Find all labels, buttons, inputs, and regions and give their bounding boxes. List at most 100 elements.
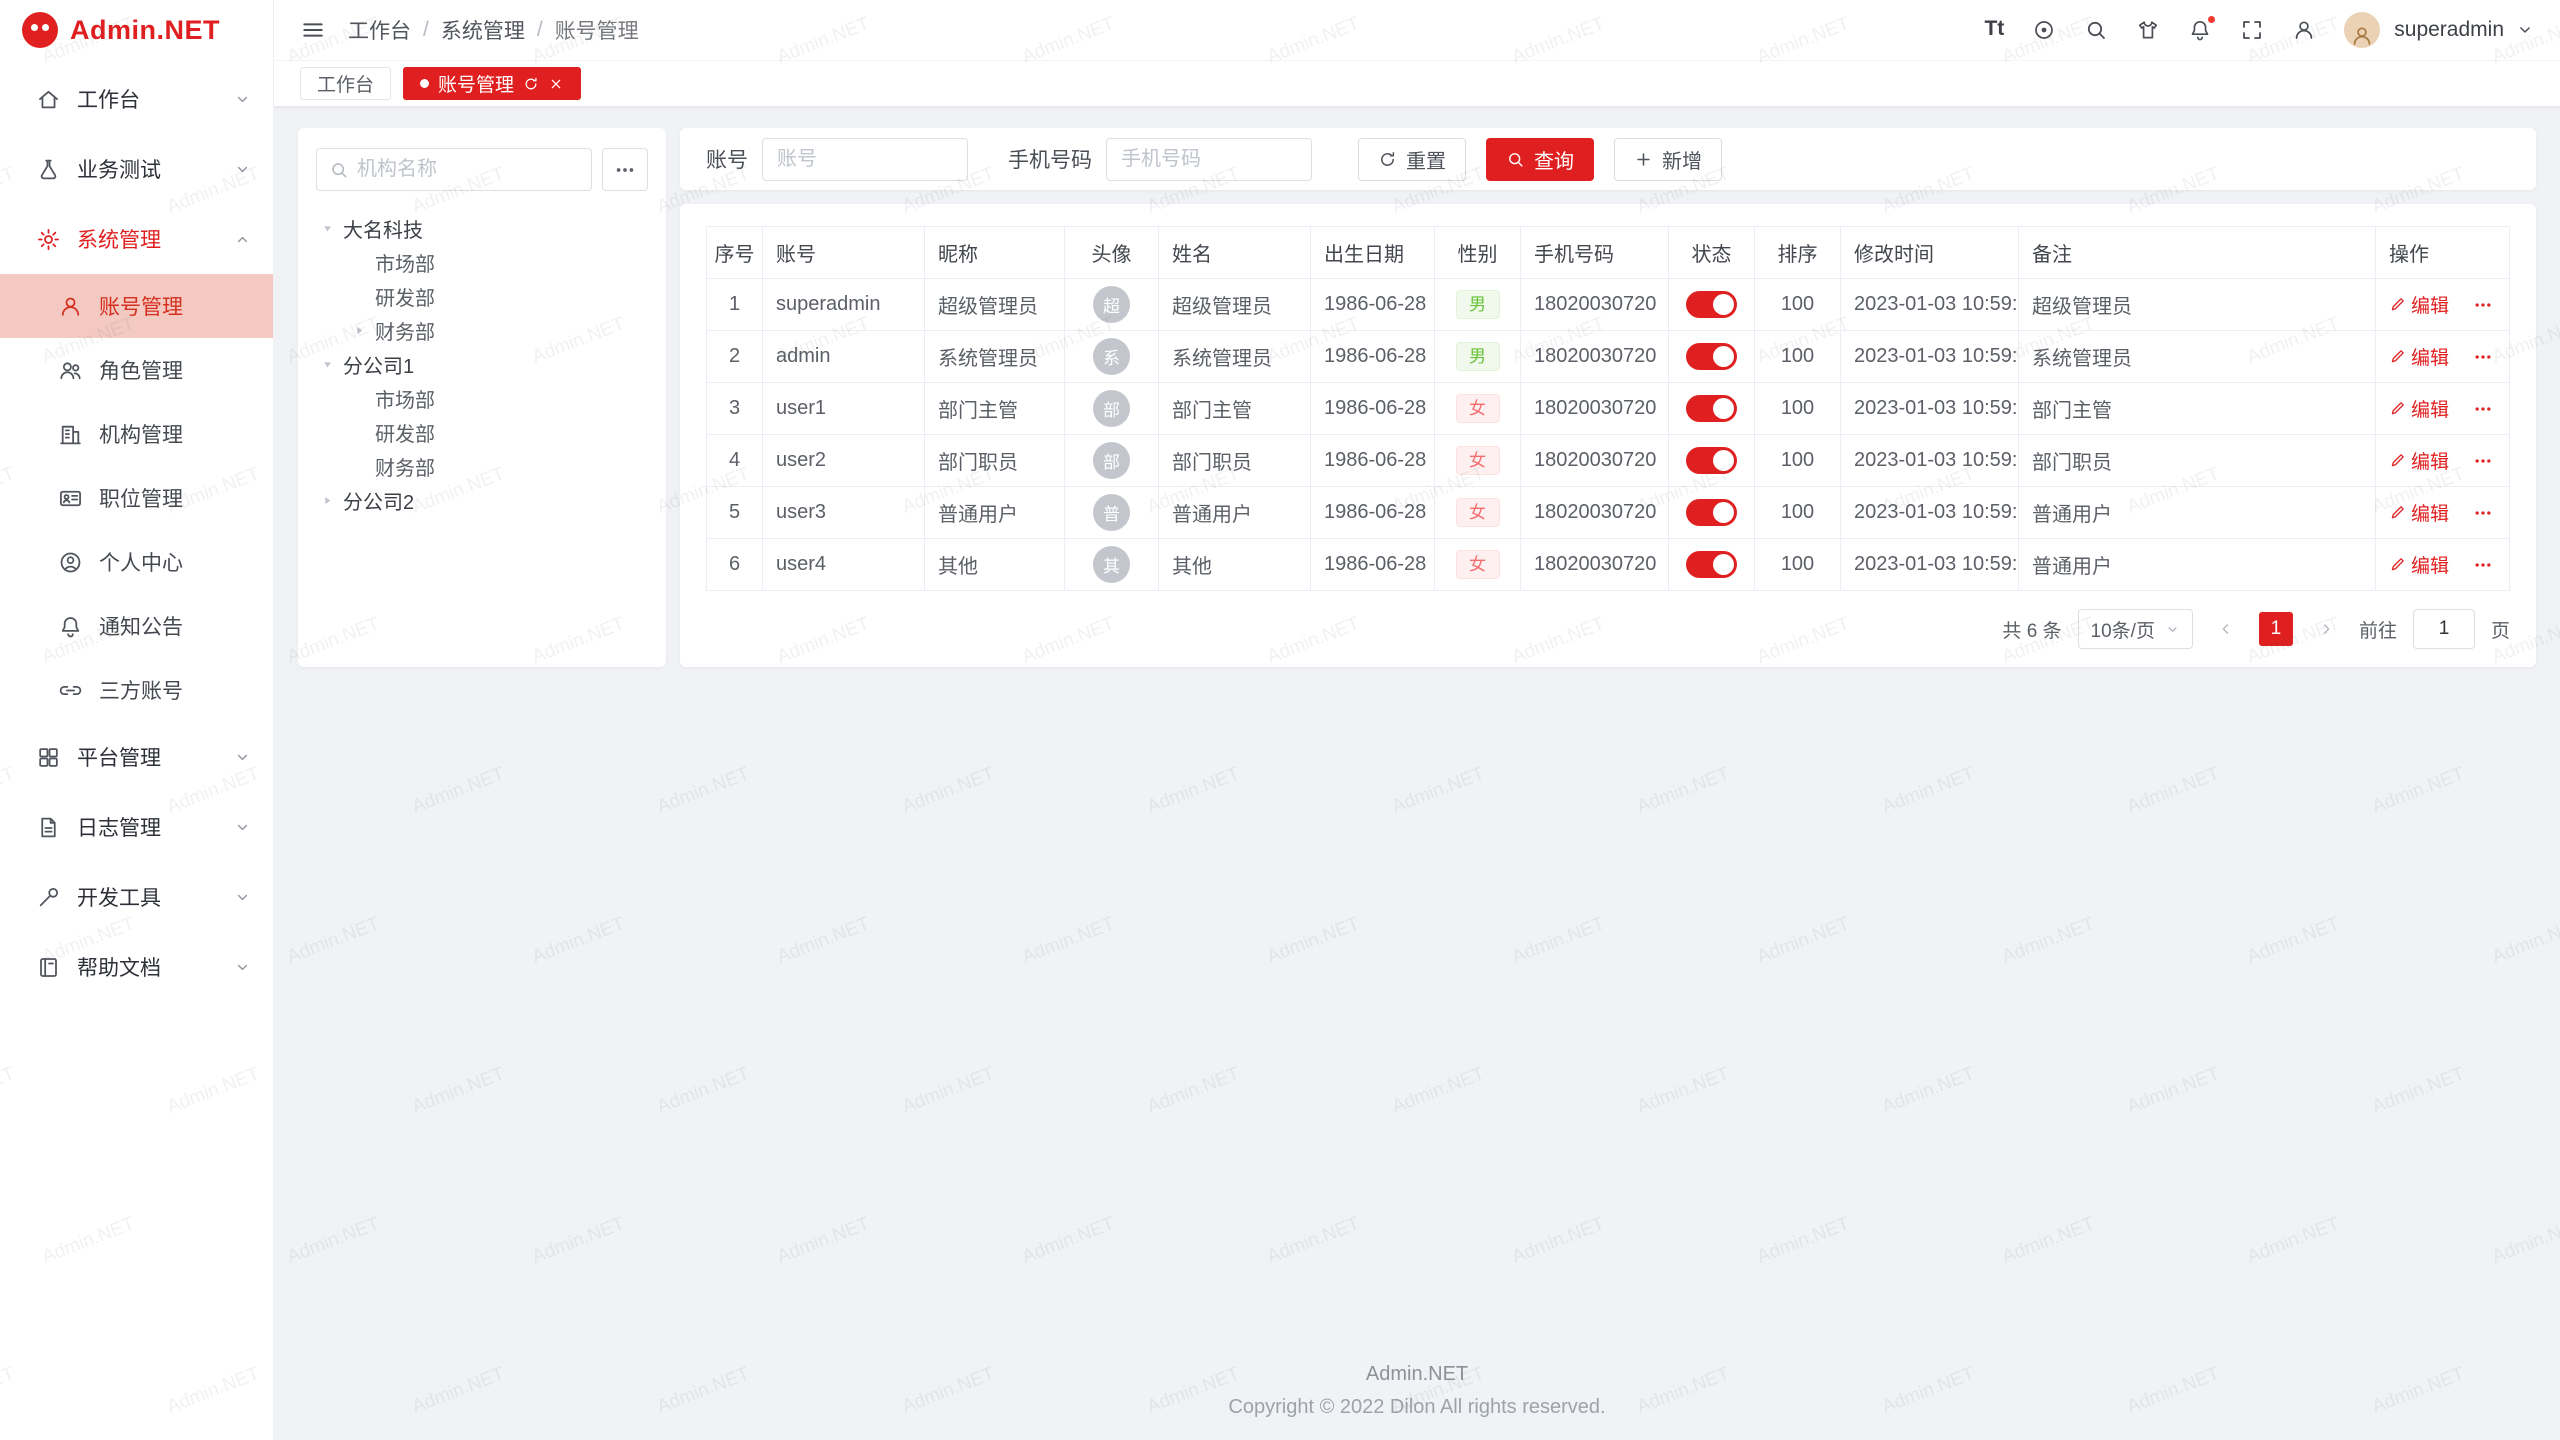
row-more-button[interactable] [2473,451,2493,471]
breadcrumb-separator: / [423,18,429,42]
notification-bell-icon[interactable] [2188,18,2212,42]
next-page-button[interactable] [2309,612,2343,646]
theme-icon[interactable] [2136,18,2160,42]
tree-node[interactable]: 大名科技 [316,211,648,245]
phone-input[interactable] [1106,138,1312,181]
search-button[interactable]: 查询 [1486,138,1594,181]
row-more-button[interactable] [2473,399,2493,419]
tab-refresh-icon[interactable] [523,76,539,92]
breadcrumb: 工作台 / 系统管理 / 账号管理 [348,15,639,45]
tree-node[interactable]: 研发部 [316,279,648,313]
caret-icon[interactable] [320,357,335,372]
tree-node[interactable]: 分公司1 [316,347,648,381]
row-more-button[interactable] [2473,347,2493,367]
cell-phone: 18020030720 [1521,331,1669,383]
sidebar-item[interactable]: 日志管理 [0,792,273,862]
sidebar-item[interactable]: 通知公告 [0,594,273,658]
edit-button[interactable]: 编辑 [2389,343,2449,370]
sidebar-item-label: 个人中心 [99,547,251,577]
sidebar-item[interactable]: 开发工具 [0,862,273,932]
page-size-value: 10条/页 [2091,616,2155,643]
cell-remark: 普通用户 [2019,539,2376,591]
username[interactable]: superadmin [2394,18,2504,42]
caret-icon[interactable] [352,323,367,338]
status-toggle[interactable] [1686,551,1737,578]
sidebar-item[interactable]: 个人中心 [0,530,273,594]
tab-close-icon[interactable] [548,76,564,92]
sidebar-item[interactable]: 工作台 [0,64,273,134]
tree-more-button[interactable] [602,148,648,191]
prev-page-button[interactable] [2209,612,2243,646]
edit-button[interactable]: 编辑 [2389,447,2449,474]
tab[interactable]: 账号管理 [403,67,581,100]
reset-button[interactable]: 重置 [1358,138,1466,181]
sidebar-item[interactable]: 职位管理 [0,466,273,530]
breadcrumb-item[interactable]: 工作台 [348,15,411,45]
sidebar-item[interactable]: 帮助文档 [0,932,273,1002]
row-avatar: 普 [1093,494,1130,531]
brand[interactable]: Admin.NET [0,0,273,60]
row-more-button[interactable] [2473,503,2493,523]
cell-nickname: 部门主管 [925,383,1065,435]
tree-node[interactable]: 市场部 [316,381,648,415]
sidebar-item-label: 业务测试 [77,154,224,184]
row-more-button[interactable] [2473,295,2493,315]
tab-label: 工作台 [317,70,374,97]
table-row: 2 admin 系统管理员 系 系统管理员 1986-06-28 男 18020… [707,331,2510,383]
user-menu-chevron-icon[interactable] [2516,21,2534,39]
tree-node[interactable]: 财务部 [316,313,648,347]
tree-node[interactable]: 市场部 [316,245,648,279]
add-button[interactable]: 新增 [1614,138,1722,181]
search-icon[interactable] [2084,18,2108,42]
org-tree-toolbar [316,148,648,191]
brand-logo-icon [22,12,58,48]
tab[interactable]: 工作台 [300,67,391,100]
profile-icon[interactable] [2292,18,2316,42]
notification-badge [2206,14,2217,25]
breadcrumb-item[interactable]: 系统管理 [441,15,525,45]
tree-node[interactable]: 财务部 [316,449,648,483]
row-more-button[interactable] [2473,555,2493,575]
caret-icon[interactable] [320,221,335,236]
status-toggle[interactable] [1686,395,1737,422]
sidebar-item[interactable]: 角色管理 [0,338,273,402]
caret-icon[interactable] [320,493,335,508]
gender-tag: 女 [1456,446,1500,475]
sidebar-item[interactable]: 系统管理 [0,204,273,274]
right-column: 账号 手机号码 重置 查询 新增 [680,128,2536,667]
status-toggle[interactable] [1686,447,1737,474]
sidebar-item[interactable]: 机构管理 [0,402,273,466]
sidebar-item[interactable]: 平台管理 [0,722,273,792]
font-size-icon[interactable]: Tt [1984,18,2004,42]
account-input[interactable] [762,138,968,181]
page-number-button[interactable]: 1 [2259,612,2293,646]
edit-button[interactable]: 编辑 [2389,499,2449,526]
component-size-icon[interactable] [2032,18,2056,42]
cell-phone: 18020030720 [1521,279,1669,331]
menu-item-icon [36,87,61,112]
status-toggle[interactable] [1686,291,1737,318]
edit-button[interactable]: 编辑 [2389,395,2449,422]
tree-node[interactable]: 研发部 [316,415,648,449]
goto-page-input[interactable] [2413,609,2475,649]
status-toggle[interactable] [1686,499,1737,526]
fullscreen-icon[interactable] [2240,18,2264,42]
cell-name: 超级管理员 [1159,279,1311,331]
status-toggle[interactable] [1686,343,1737,370]
row-avatar: 部 [1093,390,1130,427]
sidebar-item[interactable]: 账号管理 [0,274,273,338]
pagination: 共 6 条 10条/页 1 前往 页 [706,609,2510,649]
edit-button[interactable]: 编辑 [2389,291,2449,318]
tree-node[interactable]: 分公司2 [316,483,648,517]
sidebar-item[interactable]: 业务测试 [0,134,273,204]
breadcrumb-item-current: 账号管理 [555,15,639,45]
org-search-field[interactable] [316,148,592,191]
table-header-row: 序号 账号 昵称 头像 姓名 出生日期 性别 手机号码 状态 排序 修改时间 [707,227,2510,279]
org-search-input[interactable] [357,158,579,181]
sidebar-item[interactable]: 三方账号 [0,658,273,722]
edit-button-label: 编辑 [2411,291,2449,318]
edit-button[interactable]: 编辑 [2389,551,2449,578]
collapse-sidebar-icon[interactable] [300,17,326,43]
user-avatar[interactable] [2344,12,2380,48]
page-size-select[interactable]: 10条/页 [2078,609,2193,649]
